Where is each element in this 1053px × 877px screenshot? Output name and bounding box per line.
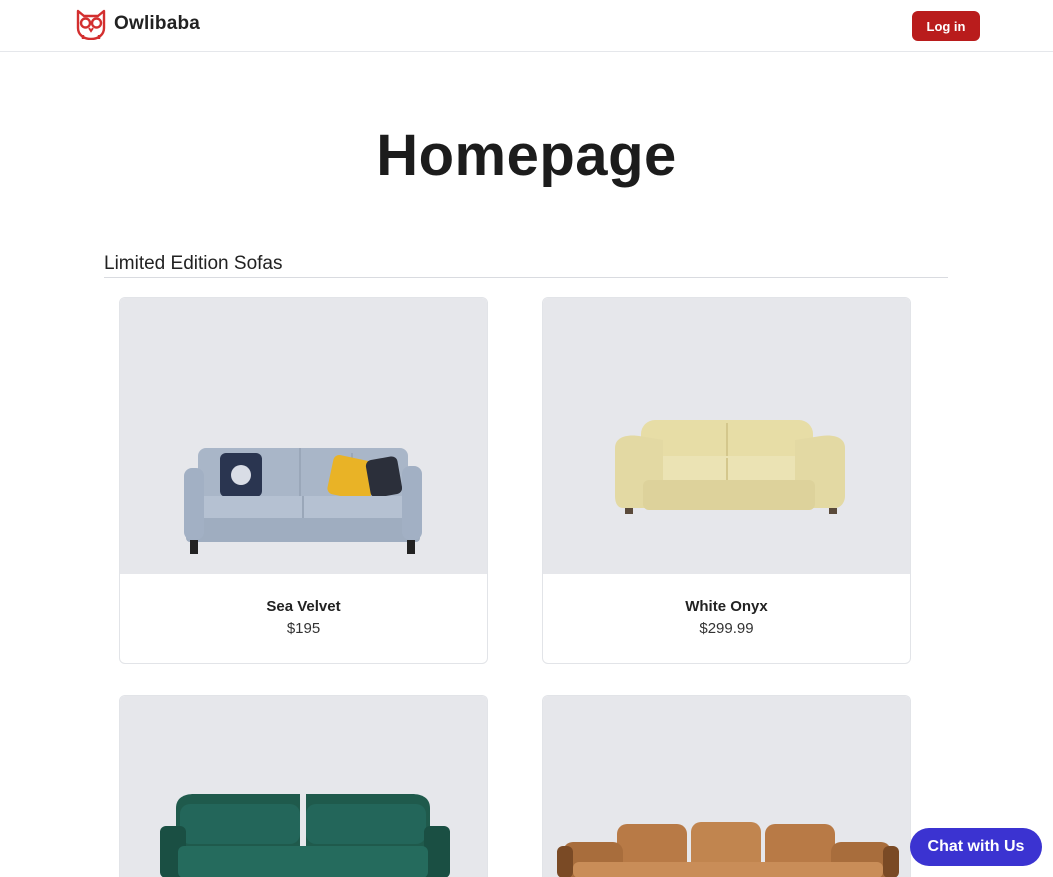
brand-name: Owlibaba xyxy=(114,13,201,34)
login-button[interactable]: Log in xyxy=(912,11,980,41)
top-nav: Owlibaba Log in xyxy=(0,0,1053,52)
product-card[interactable]: White Onyx $299.99 xyxy=(542,297,911,664)
section-divider xyxy=(104,277,948,278)
light-blue-sofa-with-pillows xyxy=(184,448,422,554)
product-name[interactable]: Sea Velvet xyxy=(120,598,487,615)
product-image[interactable] xyxy=(543,696,910,877)
dark-green-velvet-sofa xyxy=(160,794,450,877)
product-card[interactable] xyxy=(119,695,488,877)
cream-leather-sofa xyxy=(615,420,845,514)
product-image[interactable] xyxy=(120,298,487,574)
product-price: $195 xyxy=(286,620,321,637)
section-title: Limited Edition Sofas xyxy=(104,253,283,274)
product-name[interactable]: White Onyx xyxy=(543,598,910,615)
tan-leather-sofa xyxy=(557,822,899,877)
page-title: Homepage xyxy=(376,123,677,188)
chat-with-us-button[interactable]: Chat with Us xyxy=(910,828,1042,866)
product-price: $299.99 xyxy=(699,620,754,637)
brand-logo[interactable]: Owlibaba xyxy=(74,8,200,40)
product-image[interactable] xyxy=(543,298,910,574)
product-card[interactable]: Sea Velvet $195 xyxy=(119,297,488,664)
owl-logo-icon xyxy=(76,9,106,40)
product-card[interactable] xyxy=(542,695,911,877)
product-image[interactable] xyxy=(120,696,487,877)
